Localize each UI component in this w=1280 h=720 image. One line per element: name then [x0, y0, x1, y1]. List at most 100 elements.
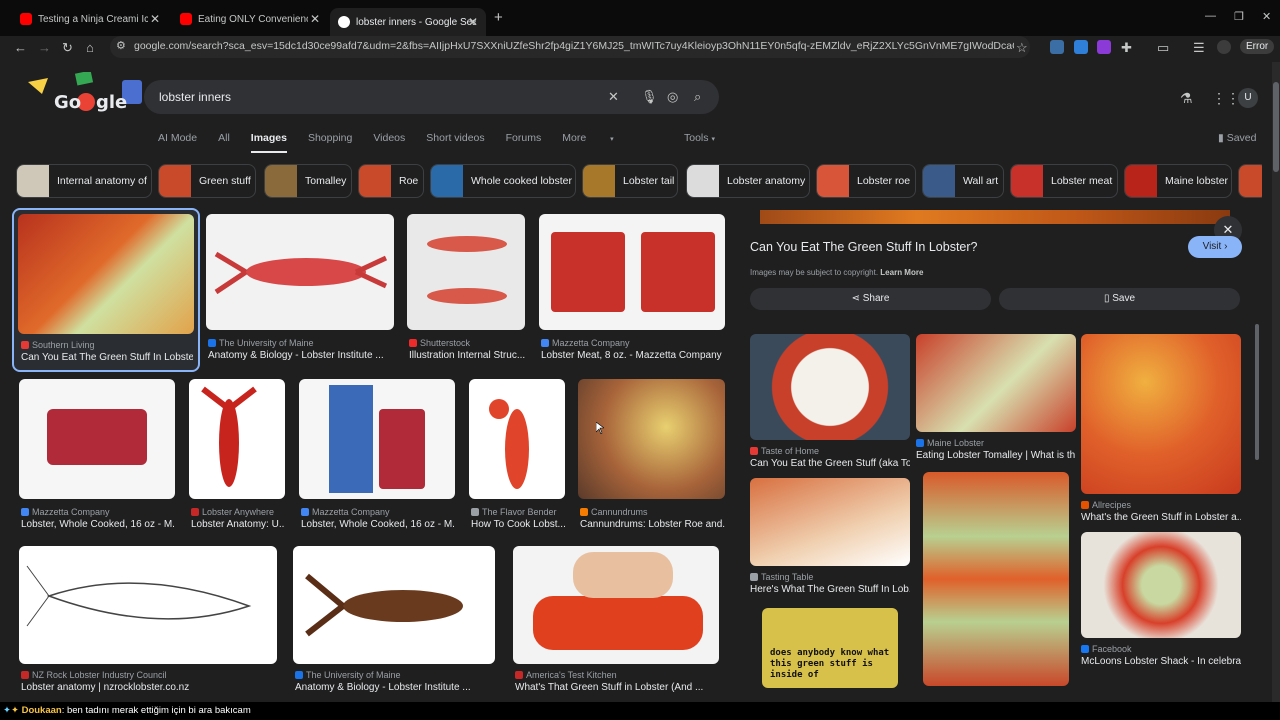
extension-icon[interactable] [1097, 40, 1111, 54]
image-result-mazzetta-meat[interactable]: Mazzetta Company Lobster Meat, 8 oz. - M… [539, 214, 725, 368]
result-title[interactable]: What's That Green Stuff in Lobster (And … [515, 682, 719, 693]
result-title[interactable]: Lobster Anatomy: U... [191, 519, 285, 530]
tab-short-videos[interactable]: Short videos [426, 132, 484, 153]
result-title[interactable]: Can You Eat The Green Stuff In Lobste... [21, 352, 193, 363]
tab-videos[interactable]: Videos [373, 132, 405, 153]
result-image[interactable] [189, 379, 285, 499]
apps-grid-icon[interactable]: ⋮⋮ [1212, 90, 1240, 107]
related-result-taste-of-home[interactable]: Taste of Home Can You Eat the Green Stuf… [750, 334, 910, 470]
back-icon[interactable]: ← [14, 40, 27, 55]
related-result-allrecipes[interactable]: Allrecipes What's the Green Stuff in Lob… [1081, 334, 1241, 524]
profile-icon[interactable] [1217, 40, 1231, 54]
chip-roe[interactable]: Roe [358, 164, 424, 198]
image-result-mazzetta-whole-2[interactable]: Mazzetta Company Lobster, Whole Cooked, … [299, 379, 455, 530]
image-result-nz-rock-lobster[interactable]: NZ Rock Lobster Industry Council Lobster… [19, 546, 277, 696]
result-title[interactable]: Lobster, Whole Cooked, 16 oz - M... [301, 519, 455, 530]
close-tab-icon[interactable]: ✕ [468, 15, 478, 29]
result-title[interactable]: Here's What The Green Stuff In Lob... [750, 584, 910, 595]
result-title[interactable]: Anatomy & Biology - Lobster Institute ..… [208, 350, 394, 361]
save-button[interactable]: ▯ Save [999, 288, 1240, 310]
image-result-mazzetta-whole[interactable]: Mazzetta Company Lobster, Whole Cooked, … [19, 379, 175, 530]
tools-button[interactable]: Tools ▾ [684, 132, 715, 144]
account-avatar[interactable]: U [1238, 88, 1258, 108]
result-title[interactable]: Lobster anatomy | nzrocklobster.co.nz [21, 682, 277, 693]
image-result-cannundrums[interactable]: Cannundrums Cannundrums: Lobster Roe and… [578, 379, 725, 530]
chip-tomalley[interactable]: Tomalley [264, 164, 352, 198]
preview-title[interactable]: Can You Eat The Green Stuff In Lobster? [750, 240, 977, 254]
chip-maine-lobster[interactable]: Maine lobster [1124, 164, 1232, 198]
tab-images[interactable]: Images [250, 132, 287, 153]
chip-lobster-tail[interactable]: Lobster tail [582, 164, 678, 198]
chip-more[interactable] [1238, 164, 1262, 198]
chip-lobster-meat[interactable]: Lobster meat [1010, 164, 1118, 198]
result-image[interactable] [19, 546, 277, 664]
image-result-univ-maine[interactable]: The University of Maine Anatomy & Biolog… [206, 214, 394, 368]
visit-button[interactable]: Visit › [1188, 236, 1242, 258]
reload-icon[interactable]: ↻ [62, 40, 73, 56]
chip-internal-anatomy[interactable]: Internal anatomy of [16, 164, 152, 198]
image-result-lobster-anywhere[interactable]: Lobster Anywhere Lobster Anatomy: U... [189, 379, 285, 530]
result-title[interactable]: What's the Green Stuff in Lobster a... [1081, 512, 1241, 523]
minimize-icon[interactable]: — [1205, 10, 1216, 22]
result-image[interactable] [513, 546, 719, 664]
result-title[interactable]: Anatomy & Biology - Lobster Institute ..… [295, 682, 495, 693]
tab-ai-mode[interactable]: AI Mode [158, 132, 197, 153]
bookmark-star-icon[interactable]: ☆ [1016, 40, 1028, 56]
result-image[interactable] [923, 472, 1069, 686]
result-title[interactable]: McLoons Lobster Shack - In celebra... [1081, 656, 1241, 667]
related-result-meme[interactable]: does anybody know what this green stuff … [750, 608, 910, 696]
related-result-tasting-table[interactable]: Tasting Table Here's What The Green Stuf… [750, 478, 910, 602]
preview-image-strip[interactable] [760, 210, 1230, 224]
result-title[interactable]: Eating Lobster Tomalley | What is th... [916, 450, 1076, 461]
image-result-southern-living[interactable]: Southern Living Can You Eat The Green St… [12, 208, 200, 372]
result-image[interactable] [578, 379, 725, 499]
close-window-icon[interactable]: ✕ [1262, 10, 1271, 23]
search-icon[interactable]: ⌕ [694, 89, 701, 105]
tab-shopping[interactable]: Shopping [308, 132, 352, 153]
result-title[interactable]: Illustration Internal Struc... [409, 350, 525, 361]
tab-lobster-search[interactable]: lobster inners - Google Search ✕ [330, 8, 486, 36]
related-result-facebook[interactable]: Facebook McLoons Lobster Shack - In cele… [1081, 532, 1241, 668]
image-result-shutterstock[interactable]: Shutterstock Illustration Internal Struc… [407, 214, 525, 368]
result-image[interactable] [469, 379, 565, 499]
share-button[interactable]: ⋖ Share [750, 288, 991, 310]
address-bar[interactable]: ⚙ google.com/search?sca_esv=15dc1d30ce99… [110, 36, 1030, 58]
google-doodle-logo[interactable]: Go gle [26, 72, 146, 120]
result-image[interactable] [1081, 532, 1241, 638]
new-tab-button[interactable]: + [494, 9, 503, 26]
search-input[interactable]: lobster inners [159, 90, 231, 104]
result-image[interactable] [916, 334, 1076, 432]
result-title[interactable]: How To Cook Lobst... [471, 519, 565, 530]
chip-whole-cooked-lobster[interactable]: Whole cooked lobster [430, 164, 576, 198]
image-result-univ-maine-2[interactable]: The University of Maine Anatomy & Biolog… [293, 546, 495, 696]
chip-lobster-anatomy[interactable]: Lobster anatomy [686, 164, 810, 198]
result-title[interactable]: Lobster, Whole Cooked, 16 oz - M... [21, 519, 175, 530]
result-image[interactable] [206, 214, 394, 330]
result-image[interactable] [750, 334, 910, 440]
forward-icon[interactable]: → [38, 40, 51, 55]
result-title[interactable]: Cannundrums: Lobster Roe and... [580, 519, 725, 530]
cast-icon[interactable]: ▭ [1157, 40, 1169, 56]
preview-scrollbar[interactable] [1255, 324, 1259, 460]
home-icon[interactable]: ⌂ [86, 40, 94, 55]
result-image[interactable] [19, 379, 175, 499]
extension-icon[interactable] [1074, 40, 1088, 54]
site-info-icon[interactable]: ⚙ [116, 39, 126, 52]
result-image[interactable] [539, 214, 725, 330]
chip-wall-art[interactable]: Wall art [922, 164, 1004, 198]
related-result-split-lobster[interactable] [923, 472, 1069, 686]
voice-search-icon[interactable]: 🎙 [641, 89, 658, 105]
extensions-puzzle-icon[interactable]: ✚ [1121, 40, 1132, 56]
result-image[interactable] [299, 379, 455, 499]
tab-ninja-creami[interactable]: Testing a Ninja Creami Ice Crea ✕ [12, 7, 168, 31]
result-image[interactable] [407, 214, 525, 330]
clear-search-icon[interactable]: ✕ [608, 89, 619, 105]
image-result-flavor-bender[interactable]: The Flavor Bender How To Cook Lobst... [469, 379, 565, 530]
extension-icon[interactable] [1050, 40, 1064, 54]
search-box[interactable]: lobster inners ✕ 🎙 ◎ ⌕ [144, 80, 719, 114]
url-text[interactable]: google.com/search?sca_esv=15dc1d30ce99af… [134, 40, 1014, 52]
tab-all[interactable]: All [218, 132, 230, 153]
restore-icon[interactable]: ❐ [1234, 10, 1244, 23]
result-image[interactable] [18, 214, 194, 334]
labs-flask-icon[interactable]: ⚗ [1180, 90, 1193, 107]
